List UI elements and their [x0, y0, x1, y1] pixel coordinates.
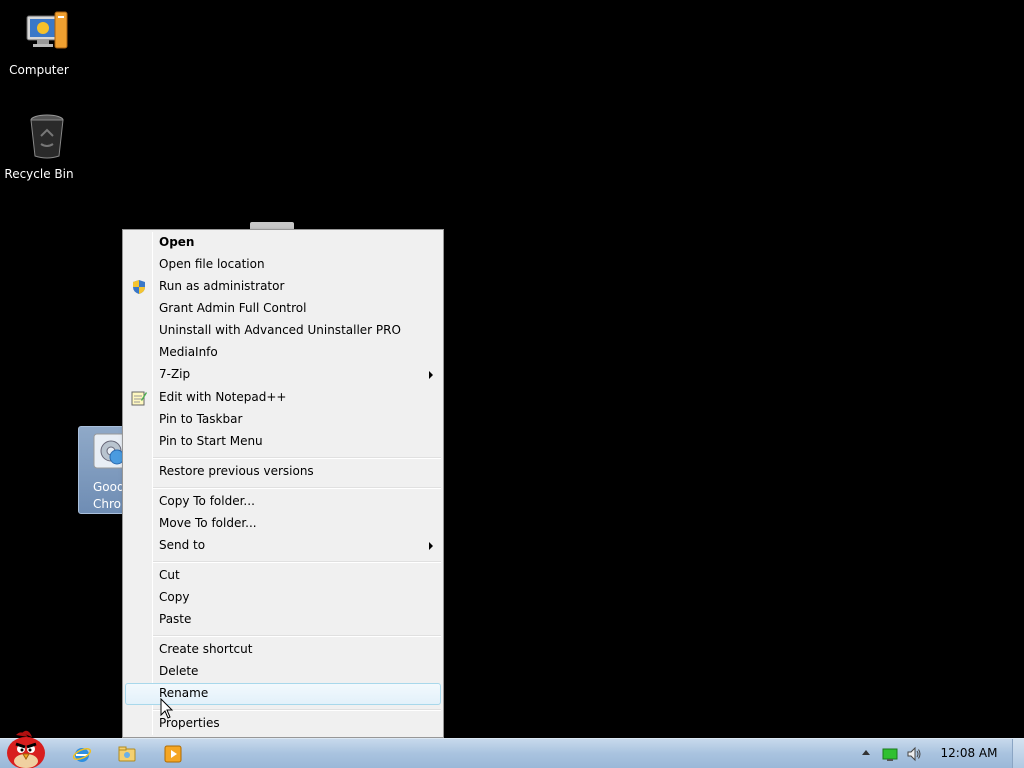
uac-shield-icon [133, 280, 145, 294]
menu-item-label: 7-Zip [159, 367, 191, 381]
desktop-icon-label: Computer [9, 63, 69, 77]
menu-item-pin-to-taskbar[interactable]: Pin to Taskbar [125, 409, 441, 431]
internet-explorer-icon [72, 747, 92, 762]
menu-item-send-to[interactable]: Send to [125, 535, 441, 557]
menu-item-label: Copy To folder... [159, 494, 255, 508]
label-line-1: Good [93, 480, 125, 494]
menu-separator [153, 487, 441, 489]
desktop-icon-label: Recycle Bin [4, 167, 74, 181]
context-menu: Open Open file location Run as administr… [122, 229, 444, 738]
menu-item-run-as-administrator[interactable]: Run as administrator [125, 276, 441, 298]
menu-item-label: Grant Admin Full Control [159, 301, 307, 315]
selected-shortcut-label: Good Chro [93, 479, 125, 513]
menu-separator [153, 457, 441, 459]
start-orb-angry-bird-icon[interactable] [2, 729, 50, 768]
taskbar-windows-explorer-button[interactable] [113, 742, 141, 766]
menu-item-label: Pin to Taskbar [159, 412, 243, 426]
menu-item-label: Restore previous versions [159, 464, 314, 478]
menu-item-label: Send to [159, 538, 206, 552]
menu-item-restore-previous-versions[interactable]: Restore previous versions [125, 461, 441, 483]
show-hidden-icons-arrow[interactable] [862, 750, 870, 755]
menu-item-edit-with-notepad-plus-plus[interactable]: Edit with Notepad++ [125, 387, 441, 409]
label-line-2: Chro [93, 497, 121, 511]
menu-separator [153, 635, 441, 637]
show-desktop-button[interactable] [1012, 739, 1024, 768]
menu-item-label: Copy [159, 590, 190, 604]
menu-item-create-shortcut[interactable]: Create shortcut [125, 639, 441, 661]
notepad-plus-plus-icon [131, 391, 147, 406]
taskbar-clock[interactable]: 12:08 AM [934, 746, 1004, 760]
recycle-bin-icon [29, 114, 64, 159]
mouse-cursor-icon [160, 698, 174, 719]
desktop-icon-computer[interactable]: Computer [0, 8, 78, 77]
submenu-arrow-icon [429, 542, 433, 550]
menu-item-label: Open [159, 235, 195, 249]
menu-item-label: Delete [159, 664, 199, 678]
windows-explorer-icon [118, 746, 136, 762]
menu-item-label: Pin to Start Menu [159, 434, 263, 448]
menu-item-label: Cut [159, 568, 180, 582]
menu-item-cut[interactable]: Cut [125, 565, 441, 587]
taskbar-internet-explorer-button[interactable] [68, 742, 96, 766]
menu-item-label: Paste [159, 612, 192, 626]
taskbar: 12:08 AM [0, 738, 1024, 768]
menu-item-grant-admin-full-control[interactable]: Grant Admin Full Control [125, 298, 441, 320]
menu-item-pin-to-start-menu[interactable]: Pin to Start Menu [125, 431, 441, 453]
submenu-arrow-icon [429, 371, 433, 379]
menu-item-label: Open file location [159, 257, 265, 271]
menu-item-paste[interactable]: Paste [125, 609, 441, 631]
menu-item-uninstall-advanced-uninstaller[interactable]: Uninstall with Advanced Uninstaller PRO [125, 320, 441, 342]
menu-item-label: Create shortcut [159, 642, 253, 656]
taskbar-media-player-button[interactable] [159, 742, 187, 766]
menu-item-open-file-location[interactable]: Open file location [125, 254, 441, 276]
menu-item-mediainfo[interactable]: MediaInfo [125, 342, 441, 364]
menu-item-label: Edit with Notepad++ [159, 390, 287, 404]
volume-icon[interactable] [906, 746, 922, 762]
desktop-icon-recycle-bin[interactable]: Recycle Bin [0, 112, 78, 181]
menu-item-label: MediaInfo [159, 345, 218, 359]
menu-item-open[interactable]: Open [125, 232, 441, 254]
menu-item-copy-to-folder[interactable]: Copy To folder... [125, 491, 441, 513]
menu-item-move-to-folder[interactable]: Move To folder... [125, 513, 441, 535]
menu-item-label: Move To folder... [159, 516, 257, 530]
network-icon[interactable] [882, 746, 898, 762]
menu-item-label: Run as administrator [159, 279, 285, 293]
menu-separator [153, 709, 441, 711]
menu-separator [153, 561, 441, 563]
computer-icon [26, 11, 67, 49]
menu-item-copy[interactable]: Copy [125, 587, 441, 609]
menu-item-label: Uninstall with Advanced Uninstaller PRO [159, 323, 401, 337]
menu-item-delete[interactable]: Delete [125, 661, 441, 683]
menu-item-7zip[interactable]: 7-Zip [125, 364, 441, 386]
media-player-icon [164, 745, 182, 763]
